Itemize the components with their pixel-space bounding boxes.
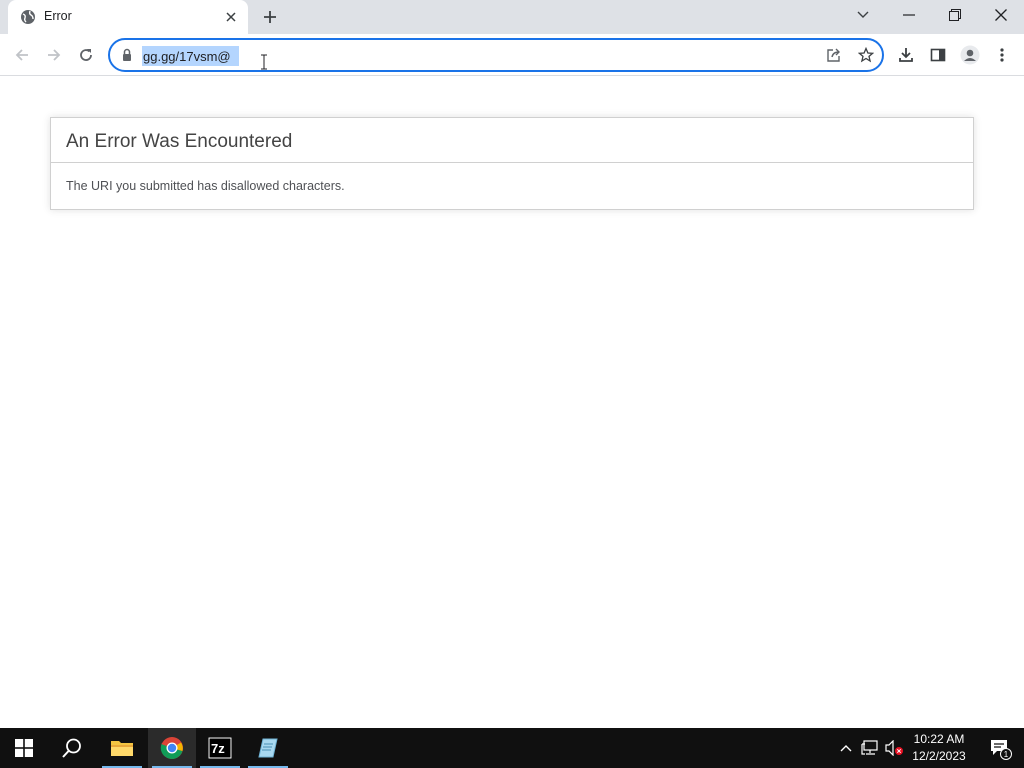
menu-button[interactable] [990, 43, 1014, 67]
system-clock[interactable]: 10:22 AM 12/2/2023 [904, 731, 974, 765]
reload-button[interactable] [74, 43, 98, 67]
side-panel-button[interactable] [926, 43, 950, 67]
chevron-down-icon [857, 11, 869, 18]
avatar-icon [960, 45, 980, 65]
plus-icon [264, 11, 276, 23]
bookmark-star-icon[interactable] [856, 45, 876, 65]
share-icon[interactable] [824, 45, 844, 65]
restore-icon [949, 9, 961, 21]
tab-error[interactable]: Error [8, 0, 248, 34]
divider [51, 162, 973, 163]
profile-button[interactable] [958, 43, 982, 67]
notification-count: 1 [1004, 750, 1009, 759]
volume-muted-icon[interactable] [884, 738, 904, 758]
url-input[interactable] [142, 46, 239, 66]
7zip-icon: 7z [208, 737, 232, 759]
clock-time: 10:22 AM [913, 732, 965, 746]
lock-icon[interactable] [120, 48, 134, 62]
error-container: An Error Was Encountered The URI you sub… [50, 117, 974, 210]
7zip-label: 7z [211, 741, 225, 756]
chrome-taskbar-button[interactable] [148, 728, 196, 768]
start-button[interactable] [0, 728, 48, 768]
action-center-button[interactable]: 1 [980, 728, 1020, 768]
close-tab-icon[interactable] [223, 9, 239, 25]
windows-taskbar: 7z 10:22 AM 12/2/2023 1 [0, 728, 1024, 768]
text-cursor-icon [260, 54, 268, 70]
notepad-icon [258, 738, 278, 758]
browser-toolbar [0, 34, 1024, 76]
clock-date: 12/2/2023 [912, 749, 966, 763]
error-title: An Error Was Encountered [66, 131, 293, 152]
new-tab-button[interactable] [258, 5, 282, 29]
forward-button[interactable] [42, 43, 66, 67]
file-explorer-button[interactable] [98, 728, 146, 768]
7zip-taskbar-button[interactable]: 7z [196, 728, 244, 768]
tab-strip: Error [0, 0, 1024, 34]
file-explorer-icon [111, 741, 133, 756]
arrow-right-icon [48, 49, 61, 61]
error-message: The URI you submitted has disallowed cha… [66, 179, 345, 193]
tab-title: Error [44, 9, 72, 23]
arrow-left-icon [15, 49, 28, 61]
back-button[interactable] [10, 43, 34, 67]
minimize-icon [903, 14, 915, 16]
network-icon[interactable] [860, 738, 880, 758]
search-button[interactable] [48, 728, 96, 768]
address-bar[interactable] [108, 38, 884, 72]
downloads-button[interactable] [894, 43, 918, 67]
tray-overflow-icon[interactable] [836, 738, 856, 758]
side-panel-icon [930, 48, 946, 62]
close-window-button[interactable] [978, 0, 1024, 30]
tab-search-button[interactable] [840, 0, 886, 30]
globe-icon [20, 9, 36, 25]
kebab-menu-icon [1000, 48, 1004, 62]
search-icon [62, 738, 81, 758]
restore-button[interactable] [932, 0, 978, 30]
notepad-taskbar-button[interactable] [244, 728, 292, 768]
minimize-button[interactable] [886, 0, 932, 30]
reload-icon [80, 49, 92, 61]
chrome-icon [160, 737, 183, 759]
page-content: An Error Was Encountered The URI you sub… [0, 77, 1024, 728]
download-icon [899, 48, 913, 62]
start-icon [15, 739, 33, 757]
notification-icon: 1 [991, 740, 1012, 760]
close-icon [995, 9, 1007, 21]
